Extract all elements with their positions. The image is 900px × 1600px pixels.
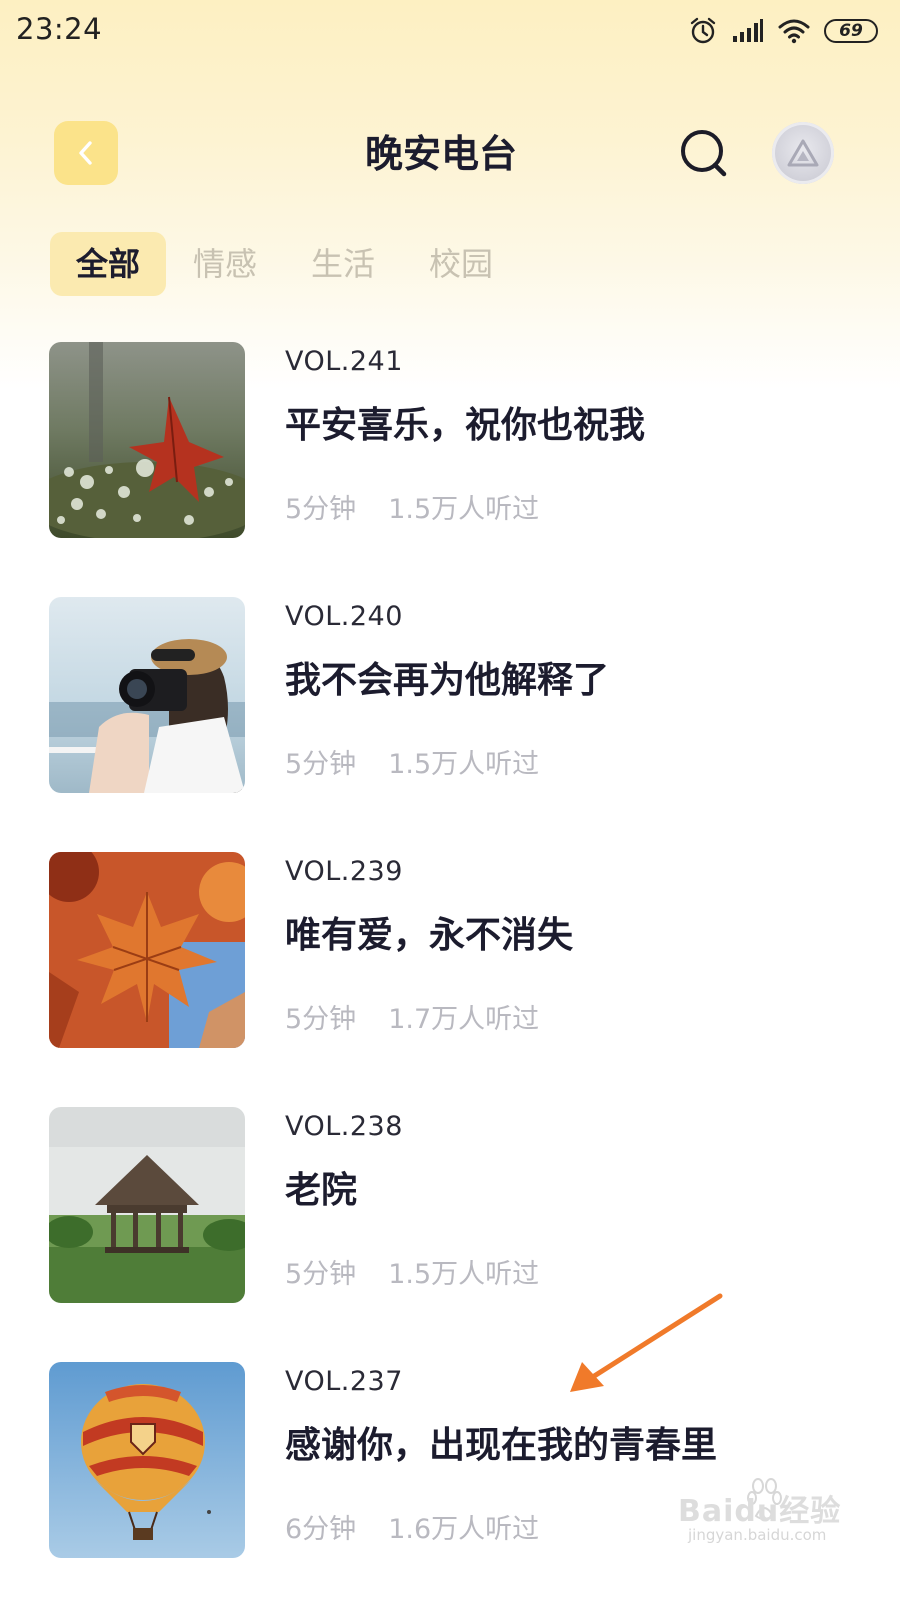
episode-duration: 5分钟 bbox=[285, 494, 357, 525]
list-item[interactable]: VOL.238 老院 5分钟 1.5万人听过 bbox=[0, 1107, 900, 1303]
episode-title: 平安喜乐，祝你也祝我 bbox=[285, 405, 646, 446]
alarm-icon bbox=[690, 17, 716, 44]
thumbnail-girl-camera bbox=[49, 597, 245, 793]
episode-vol: VOL.241 bbox=[285, 346, 403, 377]
episode-vol: VOL.239 bbox=[285, 856, 403, 887]
episode-title: 我不会再为他解释了 bbox=[285, 660, 610, 701]
avatar[interactable] bbox=[772, 122, 834, 184]
episode-meta: 5分钟 1.5万人听过 bbox=[285, 487, 539, 526]
episode-vol: VOL.237 bbox=[285, 1366, 403, 1397]
episode-meta: 5分钟 1.5万人听过 bbox=[285, 1252, 539, 1291]
episode-listeners: 1.5万人听过 bbox=[388, 749, 540, 780]
thumbnail-hot-air-balloon bbox=[49, 1362, 245, 1558]
episode-duration: 6分钟 bbox=[285, 1514, 357, 1545]
episode-listeners: 1.5万人听过 bbox=[388, 494, 540, 525]
thumbnail-gazebo bbox=[49, 1107, 245, 1303]
search-button[interactable] bbox=[676, 126, 732, 182]
wifi-icon bbox=[778, 19, 810, 44]
episode-title: 唯有爱，永不消失 bbox=[285, 915, 574, 956]
tab-life[interactable]: 生活 bbox=[284, 232, 402, 296]
list-item[interactable]: VOL.239 唯有爱，永不消失 5分钟 1.7万人听过 bbox=[0, 852, 900, 1048]
tab-emotion[interactable]: 情感 bbox=[166, 232, 284, 296]
episode-duration: 5分钟 bbox=[285, 1259, 357, 1290]
episode-duration: 5分钟 bbox=[285, 749, 357, 780]
episode-listeners: 1.5万人听过 bbox=[388, 1259, 540, 1290]
status-time: 23:24 bbox=[16, 12, 103, 46]
chevron-left-icon bbox=[79, 141, 92, 165]
category-tabs: 全部 情感 生活 校园 bbox=[50, 232, 520, 296]
episode-meta: 5分钟 1.7万人听过 bbox=[285, 997, 539, 1036]
tab-campus[interactable]: 校园 bbox=[402, 232, 520, 296]
tab-all[interactable]: 全部 bbox=[50, 232, 166, 296]
status-icons: 69 bbox=[688, 14, 878, 48]
thumbnail-maple-leaves bbox=[49, 852, 245, 1048]
signal-icon bbox=[733, 19, 763, 42]
battery-icon: 69 bbox=[824, 19, 878, 43]
episode-meta: 5分钟 1.5万人听过 bbox=[285, 742, 539, 781]
triangle-logo-icon bbox=[787, 139, 819, 167]
episode-title: 老院 bbox=[285, 1170, 358, 1211]
list-item[interactable]: VOL.240 我不会再为他解释了 5分钟 1.5万人听过 bbox=[0, 597, 900, 793]
episode-title: 感谢你，出现在我的青春里 bbox=[285, 1425, 718, 1466]
episode-listeners: 1.6万人听过 bbox=[388, 1514, 540, 1545]
episode-vol: VOL.240 bbox=[285, 601, 403, 632]
page-title: 晚安电台 bbox=[364, 132, 517, 176]
episode-vol: VOL.238 bbox=[285, 1111, 403, 1142]
list-item[interactable]: VOL.237 感谢你，出现在我的青春里 6分钟 1.6万人听过 bbox=[0, 1362, 900, 1558]
thumbnail-red-leaf bbox=[49, 342, 245, 538]
status-bar: 23:24 69 bbox=[0, 0, 900, 64]
episode-meta: 6分钟 1.6万人听过 bbox=[285, 1507, 539, 1546]
episode-listeners: 1.7万人听过 bbox=[388, 1004, 540, 1035]
list-item[interactable]: VOL.241 平安喜乐，祝你也祝我 5分钟 1.5万人听过 bbox=[0, 342, 900, 538]
episode-duration: 5分钟 bbox=[285, 1004, 357, 1035]
back-button[interactable] bbox=[54, 121, 118, 185]
search-icon bbox=[681, 130, 727, 177]
